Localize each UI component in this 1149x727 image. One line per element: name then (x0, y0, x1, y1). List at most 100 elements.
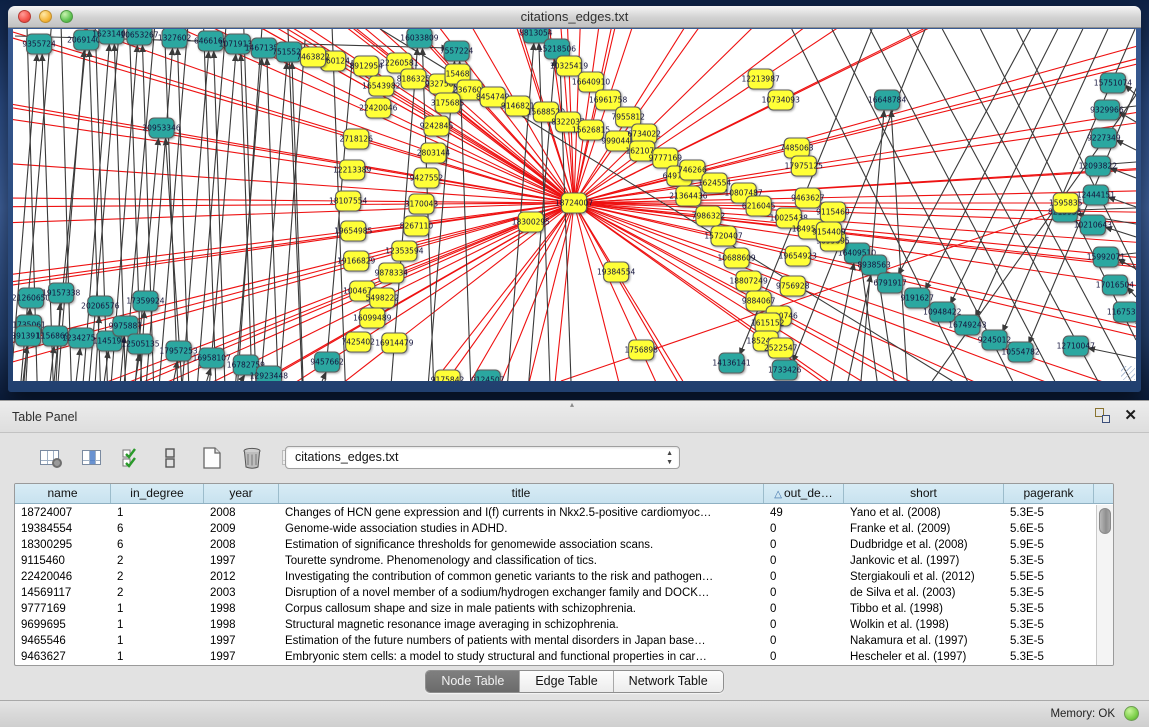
network-node[interactable]: 10210643 (1074, 215, 1112, 235)
table-cell[interactable]: 5.3E-5 (1004, 553, 1094, 569)
network-node[interactable]: 3170043 (405, 194, 439, 214)
table-cell[interactable]: 5.3E-5 (1004, 633, 1094, 649)
table-cell[interactable]: 5.3E-5 (1004, 601, 1094, 617)
table-row[interactable]: 2242004622012Investigating the contribut… (15, 569, 1096, 585)
table-cell[interactable]: Tourette syndrome. Phenomenology and cla… (279, 553, 764, 569)
network-node[interactable]: 9227349 (1087, 128, 1121, 148)
network-node[interactable]: 7463822 (296, 47, 330, 67)
table-cell[interactable]: 18724007 (15, 505, 111, 521)
table-cell[interactable]: 9465546 (15, 633, 111, 649)
table-cell[interactable]: 1 (111, 601, 204, 617)
table-cell[interactable]: de Silva et al. (2003) (844, 585, 1004, 601)
network-node[interactable]: 15751074 (1094, 73, 1132, 93)
network-node[interactable]: 3175685 (431, 93, 465, 113)
row-height-icon[interactable] (156, 444, 183, 471)
table-cell[interactable]: 2012 (204, 569, 279, 585)
network-node[interactable]: 9878334 (375, 263, 409, 283)
table-cell[interactable]: Genome-wide association studies in ADHD. (279, 521, 764, 537)
table-cell[interactable]: Yano et al. (2008) (844, 505, 1004, 521)
table-cell[interactable]: 1 (111, 649, 204, 665)
table-row[interactable]: 969969511998Structural magnetic resonanc… (15, 617, 1096, 633)
network-node[interactable]: 12213987 (742, 69, 780, 89)
network-node[interactable]: 16648784 (868, 90, 906, 110)
table-cell[interactable]: 2008 (204, 537, 279, 553)
table-cell[interactable]: 2 (111, 553, 204, 569)
table-cell[interactable]: Nakamura et al. (1997) (844, 633, 1004, 649)
network-node[interactable]: 2522547 (764, 338, 798, 358)
table-cell[interactable]: 14569117 (15, 585, 111, 601)
network-node[interactable]: 7485063 (780, 138, 814, 158)
column-header-short[interactable]: short (844, 484, 1004, 503)
table-cell[interactable]: 0 (764, 617, 844, 633)
network-node[interactable]: 9457662 (310, 352, 344, 372)
network-window-titlebar[interactable]: citations_edges.txt (8, 6, 1141, 28)
panel-divider-handle[interactable]: ▴ (570, 402, 580, 408)
tab-network-table[interactable]: Network Table (614, 671, 723, 692)
table-cell[interactable]: 2 (111, 569, 204, 585)
table-row[interactable]: 1456911722003Disruption of a novel membe… (15, 585, 1096, 601)
column-header-pagerank[interactable]: pagerank (1004, 484, 1094, 503)
table-cell[interactable]: 9115460 (15, 553, 111, 569)
network-node[interactable]: 9191627 (900, 288, 934, 308)
network-node[interactable]: 2803144 (417, 143, 451, 163)
column-header-out-de-[interactable]: △out_de… (764, 484, 844, 503)
table-cell[interactable]: 0 (764, 633, 844, 649)
table-cell[interactable]: 1997 (204, 553, 279, 569)
tab-node-table[interactable]: Node Table (426, 671, 520, 692)
table-cell[interactable]: Investigating the contribution of common… (279, 569, 764, 585)
network-node[interactable]: 17016504 (1096, 275, 1134, 295)
network-node[interactable]: 16914479 (375, 333, 413, 353)
delete-column-icon[interactable] (238, 444, 265, 471)
network-node[interactable]: 1756898 (625, 340, 659, 360)
table-cell[interactable]: Structural magnetic resonance image aver… (279, 617, 764, 633)
network-node[interactable]: 9242845 (420, 116, 454, 136)
network-node[interactable]: 9463627 (791, 188, 825, 208)
close-panel-icon[interactable]: ✕ (1124, 408, 1137, 423)
table-cell[interactable]: Corpus callosum shape and size in male p… (279, 601, 764, 617)
table-cell[interactable]: 1997 (204, 633, 279, 649)
network-node[interactable]: 9355724 (22, 34, 56, 54)
table-cell[interactable]: 0 (764, 585, 844, 601)
select-rows-icon[interactable] (118, 444, 145, 471)
network-node[interactable]: 20206576 (81, 296, 119, 316)
table-cell[interactable]: Estimation of the future numbers of pati… (279, 633, 764, 649)
table-cell[interactable]: 5.3E-5 (1004, 649, 1094, 665)
table-cell[interactable]: 19384554 (15, 521, 111, 537)
table-source-dropdown[interactable]: citations_edges.txt ▲▼ (285, 446, 680, 469)
network-node[interactable]: 9975887 (109, 316, 143, 336)
table-cell[interactable]: Disruption of a novel member of a sodium… (279, 585, 764, 601)
table-cell[interactable]: 1 (111, 633, 204, 649)
network-node[interactable]: 9427552 (410, 168, 444, 188)
network-canvas[interactable]: 9355724206914061623140810653267132760264… (13, 29, 1136, 381)
table-cell[interactable]: 1998 (204, 601, 279, 617)
column-header-title[interactable]: title (279, 484, 764, 503)
table-cell[interactable]: 5.3E-5 (1004, 505, 1094, 521)
table-cell[interactable]: Stergiakouli et al. (2012) (844, 569, 1004, 585)
network-node[interactable]: 15992071 (1087, 247, 1125, 267)
table-cell[interactable]: 0 (764, 537, 844, 553)
table-cell[interactable]: 1998 (204, 617, 279, 633)
network-node[interactable]: 10688609 (717, 248, 755, 268)
table-cell[interactable]: 1 (111, 505, 204, 521)
table-cell[interactable]: 6 (111, 537, 204, 553)
network-node[interactable]: 9115460 (816, 202, 850, 222)
table-cell[interactable]: 18300295 (15, 537, 111, 553)
vertical-scrollbar[interactable] (1096, 505, 1113, 665)
table-cell[interactable]: 1 (111, 617, 204, 633)
network-node[interactable]: 1733426 (768, 360, 802, 380)
table-cell[interactable]: 0 (764, 553, 844, 569)
network-node[interactable]: 16543982 (362, 76, 400, 96)
network-node[interactable]: 6791917 (873, 273, 907, 293)
table-row[interactable]: 946554611997Estimation of the future num… (15, 633, 1096, 649)
network-node[interactable]: 1327602 (158, 29, 192, 48)
network-node[interactable]: 7425402 (341, 332, 375, 352)
table-settings-icon[interactable] (36, 444, 63, 471)
table-cell[interactable]: 5.6E-5 (1004, 521, 1094, 537)
table-cell[interactable]: 49 (764, 505, 844, 521)
network-node[interactable]: 15720407 (704, 226, 742, 246)
table-cell[interactable]: 6 (111, 521, 204, 537)
network-node[interactable]: 9154409 (812, 222, 846, 242)
network-node[interactable]: 8912954 (350, 56, 384, 76)
new-column-icon[interactable] (198, 444, 225, 471)
table-cell[interactable]: Dudbridge et al. (2008) (844, 537, 1004, 553)
